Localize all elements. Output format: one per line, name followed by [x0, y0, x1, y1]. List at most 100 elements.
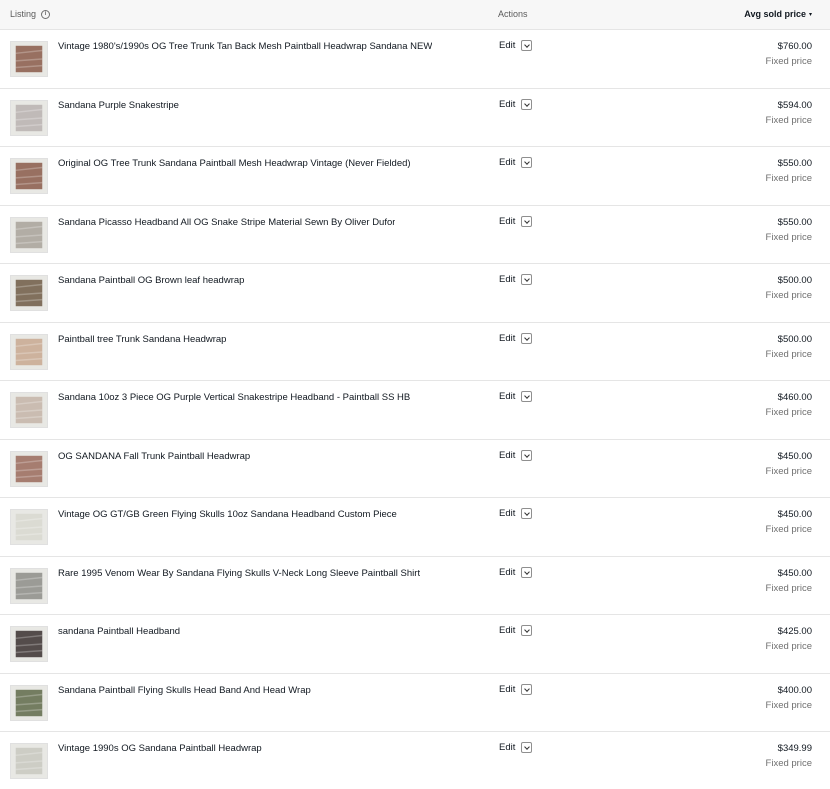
listing-thumbnail[interactable]	[10, 216, 48, 253]
actions-dropdown-chevron-icon[interactable]	[521, 98, 533, 110]
row-actions: Edit	[499, 332, 533, 344]
listing-title[interactable]: Rare 1995 Venom Wear By Sandana Flying S…	[58, 568, 420, 579]
avg-sold-price: $594.00	[777, 99, 812, 111]
price-format-label: Fixed price	[765, 407, 812, 418]
listing-thumbnail[interactable]	[10, 333, 48, 370]
listing-title[interactable]: Vintage 1980's/1990s OG Tree Trunk Tan B…	[58, 41, 432, 52]
edit-button[interactable]: Edit	[499, 684, 515, 695]
listing-title[interactable]: Sandana Picasso Headband All OG Snake St…	[58, 217, 395, 228]
listing-thumbnail[interactable]	[10, 567, 48, 604]
price-format-label: Fixed price	[765, 173, 812, 184]
table-row: OG SANDANA Fall Trunk Paintball Headwrap…	[0, 440, 830, 498]
listing-thumbnail[interactable]	[10, 99, 48, 136]
table-row: Sandana Paintball Flying Skulls Head Ban…	[0, 674, 830, 732]
table-row: Vintage 1990s OG Sandana Paintball Headw…	[0, 732, 830, 789]
listing-thumbnail[interactable]	[10, 392, 48, 428]
avg-sold-price: $450.00	[777, 450, 812, 462]
actions-dropdown-chevron-icon[interactable]	[521, 332, 533, 344]
edit-button[interactable]: Edit	[499, 567, 515, 578]
row-actions: Edit	[499, 508, 533, 519]
row-actions: Edit	[499, 566, 533, 578]
table-row: Vintage 1980's/1990s OG Tree Trunk Tan B…	[0, 30, 830, 89]
avg-sold-price: $500.00	[777, 275, 812, 286]
listing-thumbnail[interactable]	[10, 41, 48, 77]
actions-dropdown-chevron-icon[interactable]	[521, 508, 533, 519]
edit-button[interactable]: Edit	[499, 274, 515, 285]
listing-title[interactable]: OG SANDANA Fall Trunk Paintball Headwrap	[58, 451, 250, 462]
actions-dropdown-chevron-icon[interactable]	[521, 625, 533, 636]
table-row: Original OG Tree Trunk Sandana Paintball…	[0, 147, 830, 206]
price-format-label: Fixed price	[765, 758, 812, 769]
listing-title[interactable]: Vintage OG GT/GB Green Flying Skulls 10o…	[58, 509, 397, 520]
price-format-label: Fixed price	[765, 582, 812, 594]
row-actions: Edit	[499, 215, 533, 227]
listing-title[interactable]: Sandana Paintball Flying Skulls Head Ban…	[58, 685, 311, 696]
table-row: Rare 1995 Venom Wear By Sandana Flying S…	[0, 557, 830, 615]
row-actions: Edit	[499, 625, 533, 636]
edit-button[interactable]: Edit	[499, 40, 515, 51]
listing-thumbnail[interactable]	[10, 626, 48, 662]
listing-title[interactable]: Sandana Purple Snakestripe	[58, 100, 179, 111]
edit-button[interactable]: Edit	[499, 333, 515, 344]
chevron-down-icon: ▾	[808, 11, 812, 18]
actions-dropdown-chevron-icon[interactable]	[521, 40, 533, 51]
listing-thumbnail[interactable]	[10, 684, 48, 721]
listing-title[interactable]: Vintage 1990s OG Sandana Paintball Headw…	[58, 743, 262, 754]
listing-title[interactable]: sandana Paintball Headband	[58, 626, 180, 637]
avg-sold-price-sort-header[interactable]: Avg sold price ▾	[744, 9, 812, 19]
price-format-label: Fixed price	[765, 465, 812, 477]
actions-dropdown-chevron-icon[interactable]	[521, 566, 533, 578]
edit-button[interactable]: Edit	[499, 625, 515, 636]
listing-header-label: Listing	[10, 9, 37, 19]
avg-sold-price: $550.00	[777, 216, 812, 228]
edit-button[interactable]: Edit	[499, 742, 515, 753]
table-body: Vintage 1980's/1990s OG Tree Trunk Tan B…	[0, 30, 830, 789]
actions-dropdown-chevron-icon[interactable]	[521, 215, 533, 227]
price-format-label: Fixed price	[765, 348, 812, 360]
actions-dropdown-chevron-icon[interactable]	[521, 449, 533, 461]
row-actions: Edit	[499, 40, 533, 51]
table-row: Sandana Paintball OG Brown leaf headwrap…	[0, 264, 830, 323]
avg-sold-price: $349.99	[777, 743, 812, 754]
avg-sold-price: $400.00	[777, 684, 812, 696]
edit-button[interactable]: Edit	[499, 99, 515, 110]
edit-button[interactable]: Edit	[499, 450, 515, 461]
table-row: Sandana 10oz 3 Piece OG Purple Vertical …	[0, 381, 830, 440]
actions-dropdown-chevron-icon[interactable]	[521, 742, 533, 753]
listing-title[interactable]: Paintball tree Trunk Sandana Headwrap	[58, 334, 226, 345]
row-actions: Edit	[499, 391, 533, 402]
edit-button[interactable]: Edit	[499, 157, 515, 168]
listing-thumbnail[interactable]	[10, 509, 48, 545]
price-header-label: Avg sold price	[744, 9, 806, 19]
listings-table: Listing i Actions Avg sold price ▾ Vinta…	[0, 0, 830, 789]
listing-title[interactable]: Sandana 10oz 3 Piece OG Purple Vertical …	[58, 392, 410, 403]
listing-thumbnail[interactable]	[10, 275, 48, 311]
row-actions: Edit	[499, 274, 533, 285]
avg-sold-price: $450.00	[777, 509, 812, 520]
table-header: Listing i Actions Avg sold price ▾	[0, 0, 830, 30]
table-row: Paintball tree Trunk Sandana Headwrap Edi…	[0, 323, 830, 381]
edit-button[interactable]: Edit	[499, 391, 515, 402]
listing-title[interactable]: Original OG Tree Trunk Sandana Paintball…	[58, 158, 411, 169]
actions-dropdown-chevron-icon[interactable]	[521, 391, 533, 402]
row-actions: Edit	[499, 157, 533, 168]
info-icon[interactable]: i	[41, 9, 51, 19]
edit-button[interactable]: Edit	[499, 216, 515, 227]
price-format-label: Fixed price	[765, 524, 812, 535]
table-row: Sandana Picasso Headband All OG Snake St…	[0, 206, 830, 264]
price-format-label: Fixed price	[765, 290, 812, 301]
avg-sold-price: $550.00	[777, 158, 812, 169]
actions-dropdown-chevron-icon[interactable]	[521, 157, 533, 168]
price-format-label: Fixed price	[765, 699, 812, 711]
listing-thumbnail[interactable]	[10, 158, 48, 194]
avg-sold-price: $460.00	[777, 392, 812, 403]
listing-thumbnail[interactable]	[10, 743, 48, 779]
listing-title[interactable]: Sandana Paintball OG Brown leaf headwrap	[58, 275, 244, 286]
actions-dropdown-chevron-icon[interactable]	[521, 274, 533, 285]
listing-column-header: Listing i	[10, 9, 51, 19]
listing-thumbnail[interactable]	[10, 450, 48, 487]
table-row: Vintage OG GT/GB Green Flying Skulls 10o…	[0, 498, 830, 557]
actions-dropdown-chevron-icon[interactable]	[521, 683, 533, 695]
edit-button[interactable]: Edit	[499, 508, 515, 519]
row-actions: Edit	[499, 98, 533, 110]
